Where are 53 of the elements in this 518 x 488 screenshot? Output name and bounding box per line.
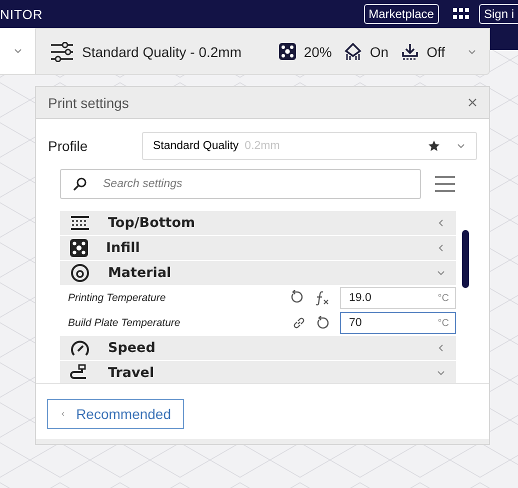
- settings-category[interactable]: Travel: [60, 361, 456, 383]
- panel-title: Print settings: [48, 94, 130, 110]
- resize-handle[interactable]: [36, 439, 489, 444]
- chevron-down-icon: [436, 368, 446, 378]
- sliders-icon: [50, 42, 74, 62]
- marketplace-button[interactable]: Marketplace: [364, 4, 439, 24]
- settings-category[interactable]: Speed: [60, 336, 456, 360]
- layers-icon: [70, 215, 90, 231]
- infill-value: 20%: [304, 44, 332, 60]
- support-value: On: [370, 44, 389, 60]
- setting-field[interactable]: 19.0 °C: [340, 287, 456, 309]
- app-title: NITOR: [0, 6, 44, 22]
- chevron-left-icon: [436, 218, 446, 228]
- menu-icon[interactable]: [435, 176, 455, 192]
- chevron-down-icon: [12, 46, 22, 56]
- chevron-left-icon: [436, 343, 446, 353]
- profile-name: Standard Quality: [153, 140, 239, 152]
- star-icon[interactable]: [428, 140, 440, 152]
- unit-label: °C: [438, 318, 449, 328]
- close-icon[interactable]: [468, 98, 477, 107]
- spool-icon: [70, 263, 90, 283]
- infill-icon: [278, 43, 296, 60]
- chevron-left-icon: [436, 243, 446, 253]
- chevron-down-icon: [436, 268, 446, 278]
- settings-category[interactable]: Infill: [60, 236, 456, 260]
- gauge-icon: [70, 339, 90, 357]
- setting-label: Build Plate Temperature: [67, 317, 182, 329]
- profile-summary: Standard Quality - 0.2mm: [82, 44, 243, 60]
- sign-in-button[interactable]: Sign i: [478, 4, 518, 24]
- unit-label: °C: [438, 292, 449, 304]
- profile-dropdown[interactable]: Standard Quality 0.2mm: [142, 132, 477, 160]
- recommended-button[interactable]: Recommended: [47, 399, 184, 429]
- chevron-down-icon: [456, 141, 466, 151]
- reset-icon[interactable]: [316, 316, 330, 330]
- search-field[interactable]: Search settings: [60, 169, 421, 199]
- setting-field[interactable]: 70 °C: [340, 312, 456, 334]
- reset-icon[interactable]: [290, 290, 304, 304]
- apps-grid-icon[interactable]: [452, 8, 469, 20]
- infill-icon: [70, 239, 88, 257]
- settings-category[interactable]: Material: [60, 261, 456, 285]
- setting-label: Printing Temperature: [67, 292, 167, 304]
- settings-category[interactable]: Top/Bottom: [60, 211, 456, 235]
- link-icon[interactable]: [292, 316, 306, 330]
- support-icon: [344, 42, 362, 60]
- scrollbar-thumb[interactable]: [462, 230, 469, 288]
- profile-label: Profile: [48, 138, 89, 154]
- search-icon: [73, 177, 87, 191]
- adhesion-value: Off: [426, 44, 445, 60]
- chevron-left-icon: [60, 409, 66, 419]
- download-icon: [400, 42, 419, 60]
- function-icon[interactable]: [314, 290, 330, 306]
- profile-detail: 0.2mm: [244, 140, 281, 152]
- print-setup-bar[interactable]: Standard Quality - 0.2mm 20% On Off: [35, 28, 490, 75]
